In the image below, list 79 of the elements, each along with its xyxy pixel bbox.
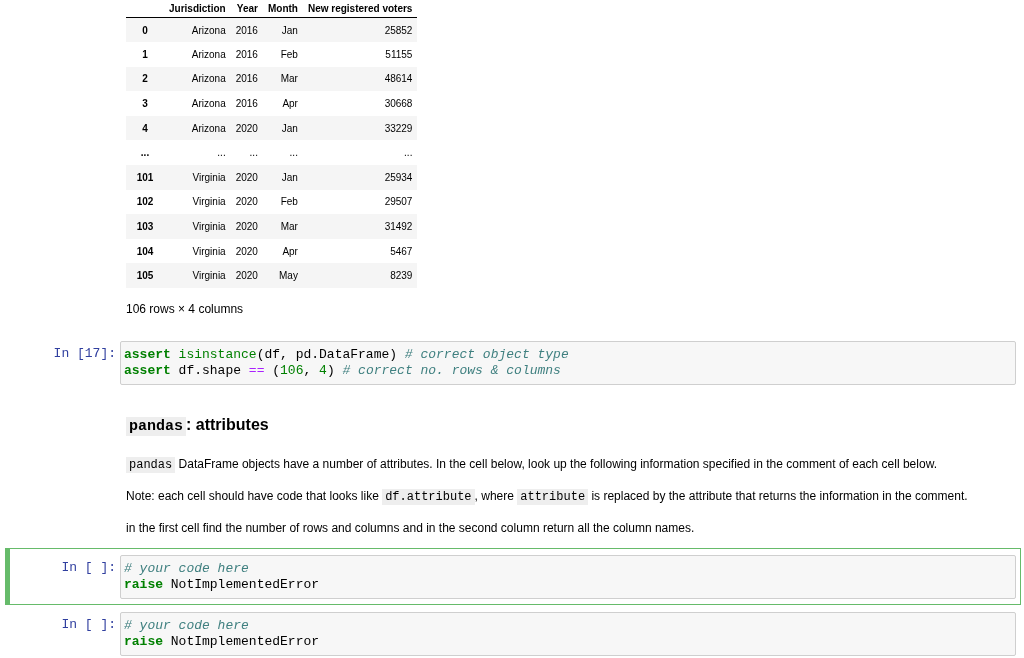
section-heading: pandas : attributes xyxy=(126,413,1011,440)
table-cell: 33229 xyxy=(302,115,418,141)
table-cell: 2020 xyxy=(230,189,263,215)
table-caption: 106 rows × 4 columns xyxy=(126,302,245,317)
code-line: assert isinstance(df, pd.DataFrame) # correct object type xyxy=(124,347,570,364)
table-cell: 2020 xyxy=(230,115,263,141)
table-cell: Jan xyxy=(262,115,303,141)
row-index: 102 xyxy=(126,189,164,215)
table-cell: 2020 xyxy=(230,214,263,239)
cell-prompt: In [17]: xyxy=(52,345,117,362)
code-line: assert df.shape == (106, 4) # correct no. rows & columns xyxy=(124,363,562,380)
paragraph: Note: each cell should have code that looks like df.attribute , where attribute is replaced by the attribute that returns the information in the comment. xyxy=(126,488,969,508)
table-cell: Virginia xyxy=(164,263,231,289)
column-header: New registered voters xyxy=(302,1,418,18)
row-index: 105 xyxy=(126,263,164,289)
table-cell: ... xyxy=(230,140,263,166)
table-cell: Feb xyxy=(262,189,303,215)
code-line: raise NotImplementedError xyxy=(124,634,321,651)
table-cell: Mar xyxy=(262,66,303,92)
row-index: 0 xyxy=(126,17,164,43)
table-cell: Apr xyxy=(262,238,303,264)
table-cell: Jan xyxy=(262,165,303,190)
table-cell: 29507 xyxy=(302,189,418,215)
table-cell: Arizona xyxy=(164,91,231,116)
code-line: raise NotImplementedError xyxy=(124,577,321,594)
table-cell: 2016 xyxy=(230,17,263,43)
column-header: Year xyxy=(230,1,263,18)
table-cell: Arizona xyxy=(164,42,231,67)
paragraph: in the first cell find the number of rows and columns and in the second column return all the column names. xyxy=(126,520,696,538)
table-cell: 2016 xyxy=(230,42,263,67)
code-line: # your code here xyxy=(124,561,250,578)
table-cell: Virginia xyxy=(164,214,231,239)
code-input[interactable]: assert isinstance(df, pd.DataFrame) # correct object type assert df.shape == (106, 4) # correct no. rows & columns xyxy=(120,341,1016,386)
row-index: 4 xyxy=(126,115,164,141)
table-cell: Virginia xyxy=(164,238,231,264)
row-index: 2 xyxy=(126,66,164,92)
table-cell: Feb xyxy=(262,42,303,67)
table-cell: 2020 xyxy=(230,238,263,264)
table-cell: ... xyxy=(302,140,418,166)
row-index: ... xyxy=(126,140,164,166)
column-header: Month xyxy=(262,1,303,18)
row-index: 103 xyxy=(126,214,164,239)
table-cell: May xyxy=(262,263,303,289)
table-cell: Arizona xyxy=(164,66,231,92)
table-cell: 5467 xyxy=(302,238,418,264)
table-cell: Jan xyxy=(262,17,303,43)
table-cell: Virginia xyxy=(164,165,231,190)
table-cell: Mar xyxy=(262,214,303,239)
table-cell: 30668 xyxy=(302,91,418,116)
table-cell: 31492 xyxy=(302,214,418,239)
table-cell: 25852 xyxy=(302,17,418,43)
table-cell: ... xyxy=(164,140,231,166)
table-cell: 2020 xyxy=(230,165,263,190)
paragraph: pandas DataFrame objects have a number of attributes. In the cell below, look up the following information specified in the comment of each cell below. xyxy=(126,455,986,476)
code-cell[interactable]: In [17]: assert isinstance(df, pd.DataFrame) # correct object type assert df.shape == (106, 4) # correct no. rows & columns xyxy=(5,334,1021,392)
table-cell: Virginia xyxy=(164,189,231,215)
code-input[interactable]: # your code here raise NotImplementedError xyxy=(120,555,1016,600)
row-index: 104 xyxy=(126,238,164,264)
table-cell: 25934 xyxy=(302,165,418,190)
row-index: 1 xyxy=(126,42,164,67)
code-input[interactable]: # your code here raise NotImplementedError xyxy=(120,612,1016,657)
table-cell: 48614 xyxy=(302,66,418,92)
cell-prompt: In [ ]: xyxy=(60,616,117,633)
code-line: # your code here xyxy=(124,618,250,635)
row-index: 101 xyxy=(126,165,164,190)
code-cell[interactable]: In [ ]: # your code here raise NotImplementedError xyxy=(5,605,1021,658)
table-cell: Arizona xyxy=(164,115,231,141)
table-cell: Arizona xyxy=(164,17,231,43)
cell-prompt: In [ ]: xyxy=(60,559,117,576)
column-header: Jurisdiction xyxy=(164,1,231,18)
table-cell: 51155 xyxy=(302,42,418,67)
table-cell: Apr xyxy=(262,91,303,116)
table-cell: 2016 xyxy=(230,66,263,92)
table-cell: ... xyxy=(262,140,303,166)
table-cell: 8239 xyxy=(302,263,418,289)
table-cell: 2020 xyxy=(230,263,263,289)
row-index: 3 xyxy=(126,91,164,116)
code-cell[interactable]: In [ ]: # your code here raise NotImplementedError xyxy=(5,548,1021,606)
table-cell: 2016 xyxy=(230,91,263,116)
